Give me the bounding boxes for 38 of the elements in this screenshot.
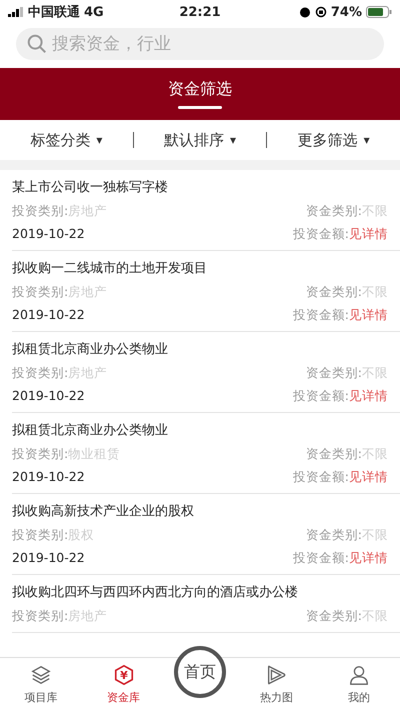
person-icon [348,664,370,686]
rotation-lock-icon [314,6,327,18]
listing-title: 拟收购一二线城市的土地开发项目 [12,260,208,277]
tab-bar-item[interactable]: 热力图 [235,658,318,710]
battery-icon [366,6,392,18]
investment-amount: 投资金额:见详情 [292,468,388,485]
battery-percent: 74% [330,4,362,20]
filter-dropdown[interactable]: 标签分类 ▾ [0,130,133,150]
listing-date: 2019-10-22 [12,306,85,323]
tab-bar-item[interactable]: 项目库 [0,658,82,710]
investment-amount: 投资金额:见详情 [292,306,388,323]
tab-bar-item[interactable]: ¥ 资金库 [82,658,165,710]
investment-amount: 投资金额:见详情 [292,225,388,242]
investment-amount: 投资金额:见详情 [292,387,388,404]
tab-bar-item[interactable]: 我的 [318,658,400,710]
play-icon [265,664,288,686]
carrier-name: 中国联通 [28,4,80,21]
listing-date: 2019-10-22 [12,387,85,404]
listing-title: 拟收购北四环与西四环内西北方向的酒店或办公楼 [12,584,299,601]
layers-icon [30,664,52,686]
listing-date: 2019-10-22 [12,549,85,566]
listing-title: 拟收购高新技术产业企业的股权 [12,503,195,520]
home-button[interactable]: 首页 [174,646,226,698]
search-icon [26,33,48,55]
filter-dropdown[interactable]: 更多筛选 ▾ [267,130,400,150]
clock-time: 22:21 [179,4,221,20]
hexagon-icon: ¥ [112,664,135,686]
signal-icon [8,7,24,17]
filter-dropdown[interactable]: 默认排序 ▾ [134,130,266,150]
investment-amount: 投资金额:见详情 [292,549,388,566]
header-tab[interactable]: 资金筛选 [168,79,232,109]
listing-title: 某上市公司收一独栋写字楼 [12,179,169,196]
search-field[interactable]: 搜索资金，行业 [16,28,384,60]
network-type: 4G [84,4,104,20]
listing-date: 2019-10-22 [12,468,85,485]
listing-title: 拟租赁北京商业办公类物业 [12,341,169,358]
listing-date: 2019-10-22 [12,225,85,242]
listing-title: 拟租赁北京商业办公类物业 [12,422,169,439]
